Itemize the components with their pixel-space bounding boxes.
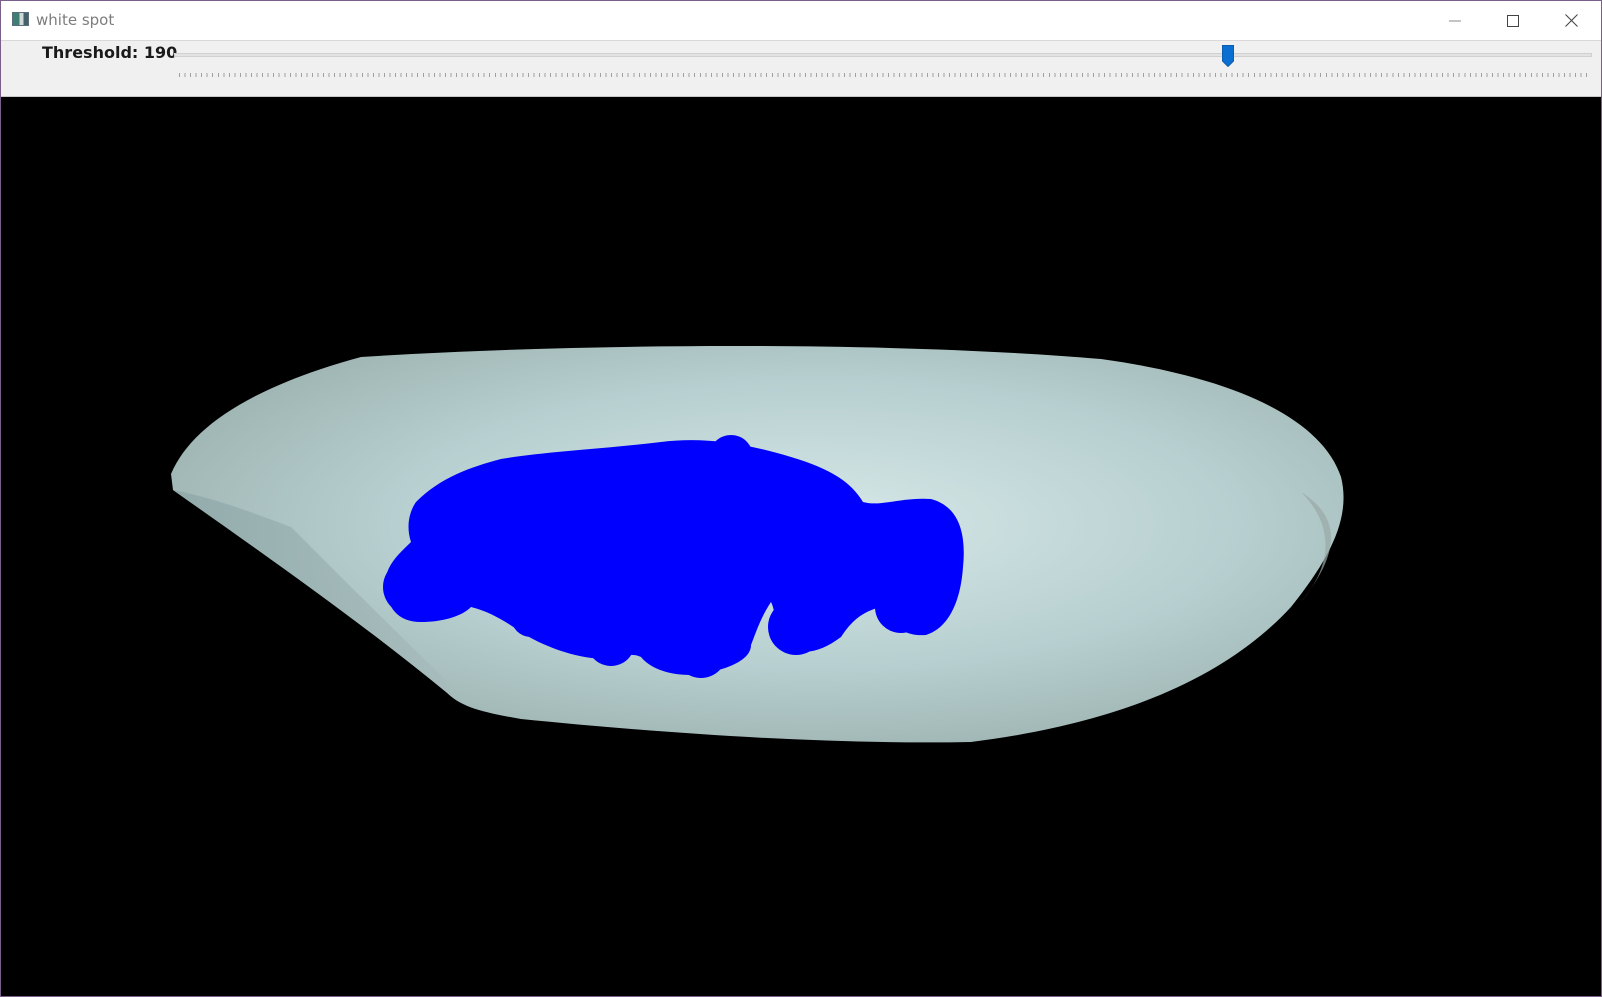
slider-track[interactable] bbox=[174, 53, 1592, 57]
title-bar[interactable]: white spot bbox=[1, 1, 1601, 41]
app-window: white spot Threshold: 190 bbox=[0, 0, 1602, 997]
minimize-button[interactable] bbox=[1426, 1, 1484, 40]
slider-ticks bbox=[179, 73, 1587, 77]
maximize-icon bbox=[1507, 14, 1519, 27]
threshold-image bbox=[171, 345, 1344, 743]
close-icon bbox=[1564, 14, 1578, 27]
close-button[interactable] bbox=[1542, 1, 1600, 40]
threshold-slider[interactable] bbox=[174, 41, 1592, 86]
window-title: white spot bbox=[36, 11, 115, 29]
image-view bbox=[1, 97, 1601, 996]
minimize-icon bbox=[1449, 20, 1461, 21]
slider-thumb[interactable] bbox=[1221, 45, 1234, 67]
maximize-button[interactable] bbox=[1484, 1, 1542, 40]
trackbar-panel: Threshold: 190 bbox=[1, 41, 1601, 97]
threshold-label: Threshold: 190 bbox=[42, 43, 178, 62]
app-window-icon bbox=[12, 12, 29, 26]
